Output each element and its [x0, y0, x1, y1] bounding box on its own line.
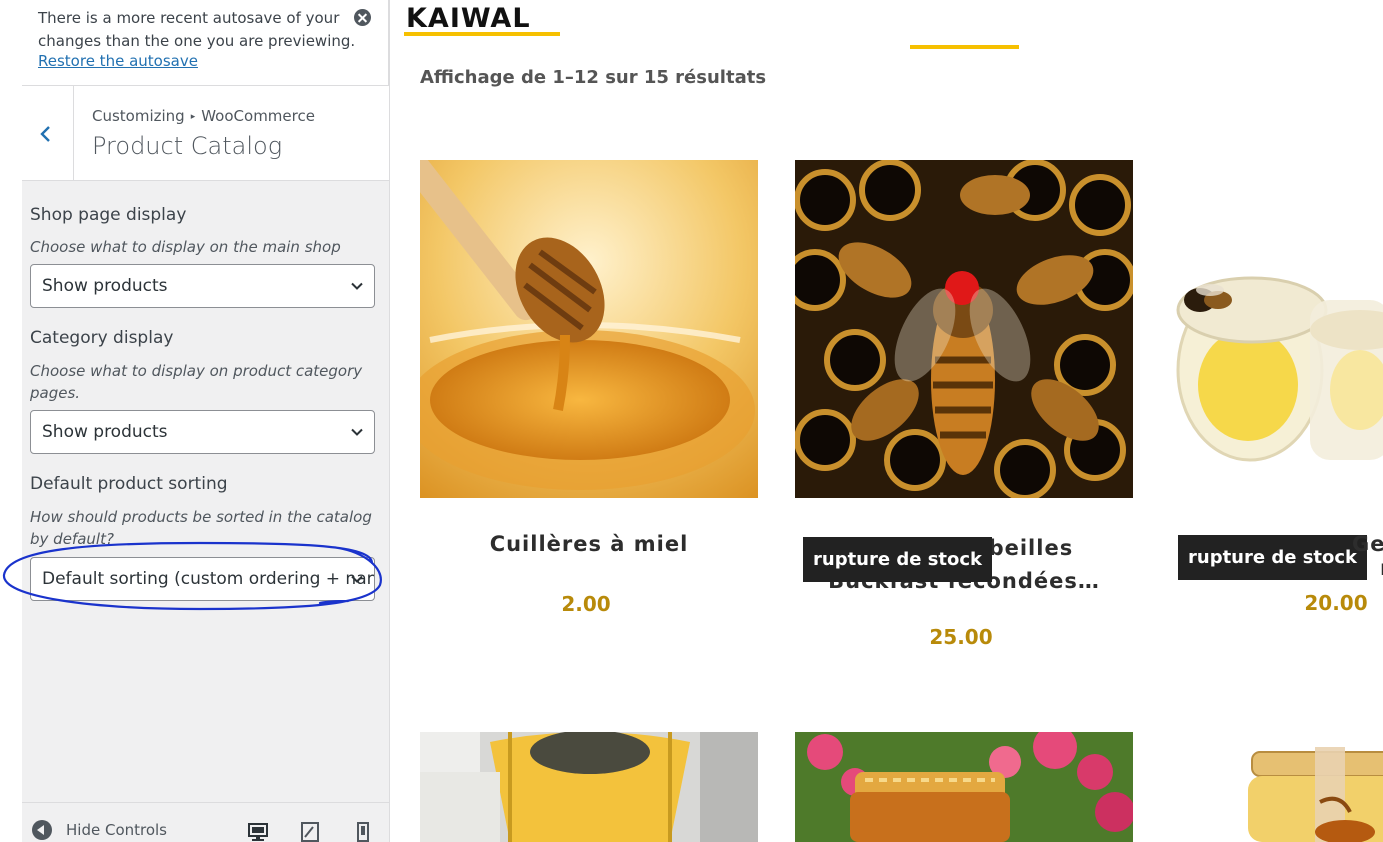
- hide-controls-label: Hide Controls: [66, 821, 168, 839]
- customizer-footer: Hide Controls: [22, 802, 389, 842]
- default-sorting-description: How should products be sorted in the cat…: [30, 508, 372, 548]
- shop-display-value: Show products: [42, 276, 168, 296]
- customizer-sidebar: There is a more recent autosave of your …: [0, 0, 390, 842]
- desktop-preview-icon[interactable]: [247, 821, 269, 842]
- product-title[interactable]: Cuillères à miel: [420, 532, 758, 556]
- product-price: 20.00: [1304, 591, 1368, 615]
- active-nav-underline: [910, 45, 1019, 49]
- logo-text: KAIWAL: [406, 3, 531, 34]
- product-image-beekeeper-suit[interactable]: [420, 732, 758, 842]
- honey-jar-image: [1170, 732, 1383, 842]
- hide-controls-button[interactable]: Hide Controls: [32, 819, 167, 841]
- breadcrumb-root: Customizing: [92, 107, 185, 125]
- default-sorting-value: Default sorting (custom ordering + nan: [42, 569, 375, 589]
- shop-display-select[interactable]: Show products: [30, 264, 375, 308]
- result-count: Affichage de 1–12 sur 15 résultats: [420, 67, 767, 88]
- category-display-select[interactable]: Show products: [30, 410, 375, 454]
- mobile-preview-icon[interactable]: [352, 821, 374, 842]
- section-title: Product Catalog: [92, 132, 283, 160]
- category-display-label: Category display: [30, 328, 174, 348]
- sidebar-edge: [0, 0, 22, 842]
- honey-jars-image: [795, 732, 1133, 842]
- product-image-royal-jelly[interactable]: [1170, 160, 1383, 498]
- chevron-down-icon: [351, 428, 363, 436]
- out-of-stock-badge: rupture de stock: [1178, 535, 1368, 580]
- chevron-down-icon: [351, 575, 363, 583]
- dismiss-notice-icon[interactable]: [354, 9, 371, 26]
- collapse-icon: [32, 820, 52, 840]
- chevron-left-icon: [40, 126, 50, 142]
- honey-dipper-image: [420, 160, 758, 498]
- product-image-honey-jars[interactable]: [795, 732, 1133, 842]
- section-header: Customizing ▸ WooCommerce Product Catalog: [22, 86, 389, 181]
- site-logo[interactable]: KAIWAL: [404, 0, 564, 38]
- restore-autosave-link[interactable]: Restore the autosave: [38, 52, 198, 70]
- breadcrumb: Customizing ▸ WooCommerce: [92, 107, 315, 125]
- autosave-notice: There is a more recent autosave of your …: [22, 0, 389, 86]
- shop-display-label: Shop page display: [30, 205, 187, 225]
- royal-jelly-image: [1170, 160, 1383, 498]
- autosave-notice-text: There is a more recent autosave of your …: [38, 9, 356, 50]
- product-price: 2.00: [561, 592, 611, 616]
- queen-bees-image: [795, 160, 1133, 498]
- product-image-queen-bees[interactable]: [795, 160, 1133, 498]
- logo-underline: [404, 32, 560, 36]
- site-preview: KAIWAL Affichage de 1–12 sur 15 résultat…: [390, 0, 1383, 842]
- category-display-value: Show products: [42, 422, 168, 442]
- back-button[interactable]: [22, 86, 74, 181]
- default-sorting-label: Default product sorting: [30, 474, 228, 494]
- tablet-preview-icon[interactable]: [299, 821, 321, 842]
- out-of-stock-badge: rupture de stock: [803, 537, 993, 582]
- breadcrumb-parent: WooCommerce: [201, 107, 315, 125]
- product-price: 25.00: [929, 625, 993, 649]
- product-image-honey-jar[interactable]: [1170, 732, 1383, 842]
- breadcrumb-separator-icon: ▸: [190, 112, 196, 122]
- default-sorting-select[interactable]: Default sorting (custom ordering + nan: [30, 557, 375, 601]
- product-image-honey-dipper[interactable]: [420, 160, 758, 498]
- category-display-description: Choose what to display on product catego…: [30, 362, 363, 402]
- chevron-down-icon: [351, 282, 363, 290]
- beekeeper-suit-image: [420, 732, 758, 842]
